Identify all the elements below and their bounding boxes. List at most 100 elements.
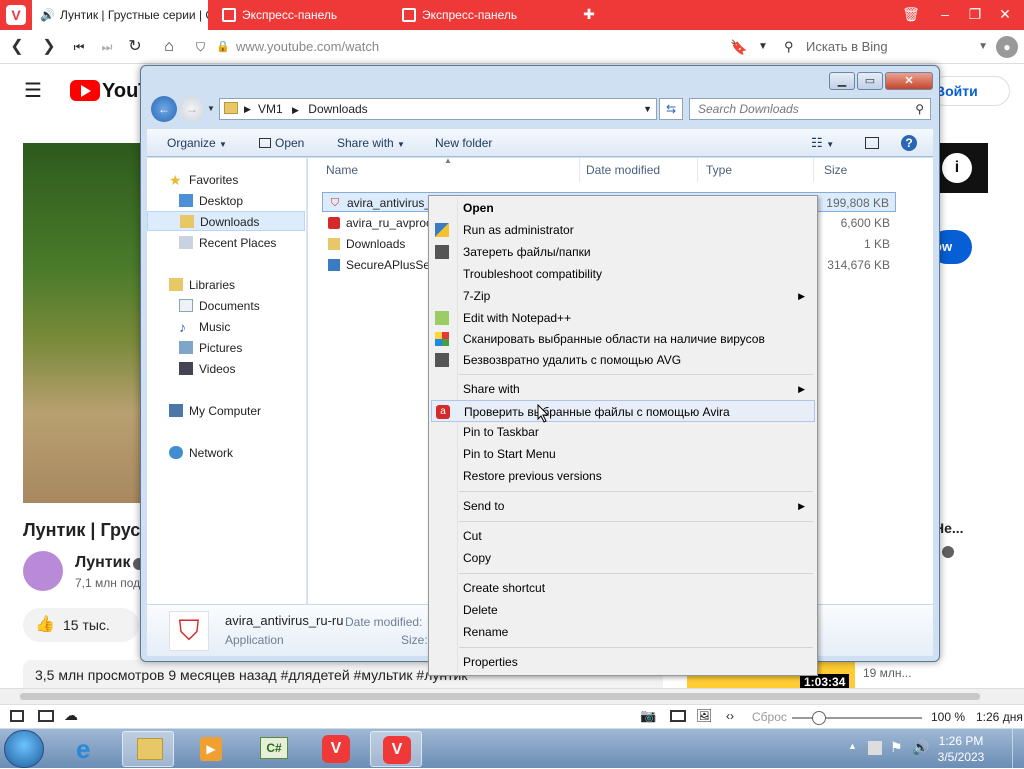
zoom-slider-handle[interactable] [812,711,826,725]
view-options-icon[interactable]: ☷ ▼ [811,129,834,157]
forward-icon[interactable]: → [179,96,205,122]
chevron-down-icon[interactable]: ▼ [978,36,988,58]
info-icon[interactable]: i [942,153,972,183]
menu-item-delete[interactable]: Delete [431,599,815,621]
menu-item-run-as-admin[interactable]: Run as administrator [431,219,815,241]
speaker-icon[interactable]: 🔊 [40,8,55,22]
home-icon[interactable]: ⌂ [158,36,180,58]
share-with-button[interactable]: Share with ▼ [337,129,405,157]
maximize-button[interactable]: ❐ [960,0,990,30]
cloud-icon[interactable]: ☁ [64,707,78,724]
address-bar[interactable]: ▶ VM1 ▶ Downloads ▼ [219,98,657,120]
show-desktop-button[interactable] [1012,729,1024,769]
chevron-right-icon[interactable]: ▶ [244,99,251,119]
sign-in-button[interactable]: Войти [930,76,1010,106]
nav-music[interactable]: ♪ Music [147,317,305,337]
menu-item-scan-areas[interactable]: Сканировать выбранные области на наличие… [431,328,815,350]
menu-item-copy[interactable]: Copy [431,547,815,569]
menu-item-notepad[interactable]: Edit with Notepad++ [431,307,815,329]
close-button[interactable]: ✕ [990,0,1020,30]
taskbar-internet-explorer[interactable]: e [64,731,116,767]
maximize-button[interactable]: ▭ [857,72,883,90]
chevron-right-icon[interactable]: ▶ [292,105,299,115]
new-folder-button[interactable]: New folder [435,129,492,157]
back-icon[interactable]: ❮ [6,36,28,58]
tab-express-panel-1[interactable]: Экспресс-панель [214,0,390,30]
scrollbar-thumb[interactable] [20,693,980,700]
chevron-down-icon[interactable]: ▼ [752,36,774,58]
channel-name[interactable]: Лунтик [75,554,130,572]
search-input[interactable]: Search Downloads ⚲ [689,98,931,120]
menu-item-create-shortcut[interactable]: Create shortcut [431,577,815,599]
taskbar-explorer[interactable] [122,731,174,767]
tray-expand-icon[interactable]: ▲ [848,741,857,751]
minimize-button[interactable]: ▁ [829,72,855,90]
image-icon[interactable]: 🖼 [696,708,713,724]
hamburger-menu-icon[interactable]: ☰ [24,81,42,101]
menu-item-send-to[interactable]: Send to ▶ [431,495,815,517]
bookmark-icon[interactable]: 🔖 [728,36,750,58]
column-size[interactable]: Size [816,158,896,182]
like-button[interactable]: 👍 15 тыс. [23,608,139,642]
nav-libraries[interactable]: Libraries [147,275,305,295]
taskbar-vivaldi-active[interactable]: V [370,731,422,767]
refresh-icon[interactable]: ⇆ [659,98,683,120]
vivaldi-menu-icon[interactable]: V [6,5,26,25]
code-icon[interactable]: ‹› [726,709,734,723]
channel-avatar[interactable] [23,551,63,591]
camera-icon[interactable]: 📷 [640,708,656,724]
taskbar-vivaldi[interactable]: V [310,731,362,767]
search-icon[interactable]: ⚲ [915,99,924,119]
flag-tray-icon[interactable]: ⚑ [890,739,903,756]
rewind-icon[interactable]: ⏮ [68,36,90,58]
fast-forward-icon[interactable]: ⏭ [96,36,118,58]
nav-favorites[interactable]: ★ Favorites [147,170,305,190]
back-icon[interactable]: ← [151,96,177,122]
nav-pictures[interactable]: Pictures [147,338,305,358]
lock-icon[interactable]: 🔒 [216,36,230,58]
network-tray-icon[interactable] [868,741,882,755]
window-icon[interactable] [670,710,686,722]
horizontal-scrollbar[interactable] [0,688,1024,704]
menu-item-pin-taskbar[interactable]: Pin to Taskbar [431,421,815,443]
profile-icon[interactable]: ● [996,36,1018,58]
nav-network[interactable]: Network [147,443,305,463]
preview-pane-icon[interactable] [865,129,879,157]
menu-item-troubleshoot[interactable]: Troubleshoot compatibility [431,263,815,285]
breadcrumb-vm1[interactable]: VM1 [258,102,283,116]
column-type[interactable]: Type [698,158,814,182]
help-icon[interactable]: ? [901,135,917,151]
nav-downloads[interactable]: Downloads [147,211,305,231]
trash-icon[interactable]: 🗑 [896,0,926,30]
menu-item-7zip[interactable]: 7-Zip ▶ [431,285,815,307]
nav-documents[interactable]: Documents [147,296,305,316]
taskbar-media-player[interactable]: ▶ [186,731,238,767]
menu-item-rename[interactable]: Rename [431,621,815,643]
forward-icon[interactable]: ❯ [38,36,60,58]
taskbar-csharp-app[interactable]: C# [248,731,300,767]
tab-tiling-icon[interactable] [38,710,54,722]
close-button[interactable]: ✕ [885,72,933,90]
tab-express-panel-2[interactable]: Экспресс-панель [394,0,570,30]
nav-my-computer[interactable]: My Computer [147,401,305,421]
menu-item-properties[interactable]: Properties [431,651,815,673]
organize-button[interactable]: Organize ▼ [167,129,227,157]
column-date-modified[interactable]: Date modified [578,158,698,182]
open-button[interactable]: Open [259,129,304,157]
panel-toggle-icon[interactable] [10,710,24,722]
system-clock[interactable]: 1:26 PM 3/5/2023 [936,733,986,765]
menu-item-avg-delete[interactable]: Безвозвратно удалить с помощью AVG [431,349,815,371]
address-bar[interactable]: ⛉ 🔒 www.youtube.com/watch [196,36,736,58]
reload-icon[interactable]: ↻ [124,36,146,58]
new-tab-button[interactable]: ✚ [574,0,604,30]
chevron-down-icon[interactable]: ▼ [643,99,652,119]
menu-item-share-with[interactable]: Share with ▶ [431,378,815,400]
nav-desktop[interactable]: Desktop [147,191,305,211]
tab-luntik[interactable]: 🔊 Лунтик | Грустные серии | Сб [32,0,208,30]
nav-recent-places[interactable]: Recent Places [147,233,305,253]
nav-videos[interactable]: Videos [147,359,305,379]
volume-tray-icon[interactable]: 🔊 [912,739,929,756]
menu-item-open[interactable]: Open [431,197,815,219]
reset-zoom-label[interactable]: Сброс [752,710,787,724]
menu-item-pin-start[interactable]: Pin to Start Menu [431,443,815,465]
